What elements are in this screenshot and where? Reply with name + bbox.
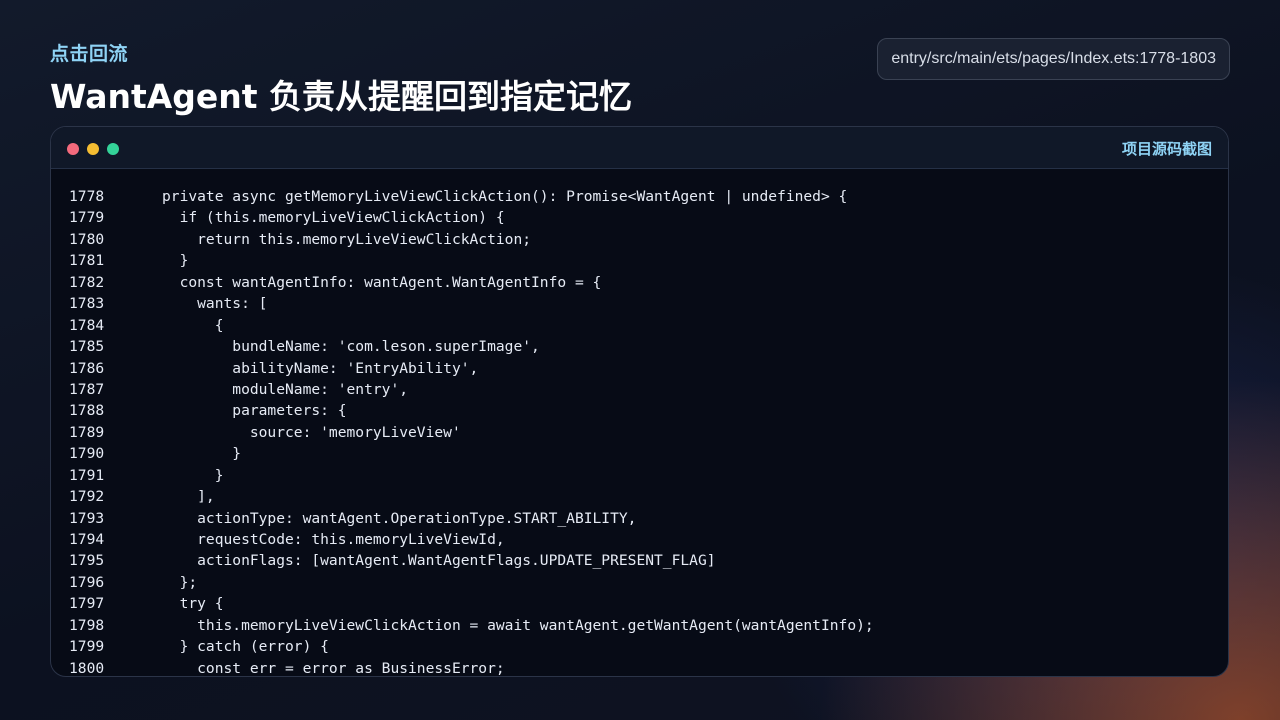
line-number: 1798 xyxy=(69,616,105,634)
line-number: 1788 xyxy=(69,402,105,420)
line-number: 1780 xyxy=(69,230,105,248)
code-text: const err = error as BusinessError; xyxy=(162,659,505,677)
line-number: 1782 xyxy=(69,273,105,291)
code-text: } xyxy=(162,445,242,463)
code-line: 1785 bundleName: 'com.leson.superImage', xyxy=(51,336,1228,357)
code-text: }; xyxy=(162,573,198,591)
line-number: 1799 xyxy=(69,638,105,656)
code-text: } xyxy=(162,466,224,484)
code-text: this.memoryLiveViewClickAction = await w… xyxy=(162,616,874,634)
code-text: ], xyxy=(162,488,215,506)
code-text: source: 'memoryLiveView' xyxy=(162,423,461,441)
code-line: 1782 const wantAgentInfo: wantAgent.Want… xyxy=(51,272,1228,293)
code-line: 1796 }; xyxy=(51,572,1228,593)
code-text: if (this.memoryLiveViewClickAction) { xyxy=(162,209,505,227)
line-number: 1787 xyxy=(69,380,105,398)
line-number: 1797 xyxy=(69,595,105,613)
code-text: } xyxy=(162,252,189,270)
line-number: 1793 xyxy=(69,509,105,527)
code-line: 1778 private async getMemoryLiveViewClick… xyxy=(51,186,1228,207)
code-text: requestCode: this.memoryLiveViewId, xyxy=(162,531,505,548)
line-number: 1791 xyxy=(69,466,105,484)
section-kicker: 点击回流 xyxy=(50,43,129,65)
code-line: 1790 } xyxy=(51,443,1228,464)
code-text: bundleName: 'com.leson.superImage', xyxy=(162,338,540,356)
code-line: 1786 abilityName: 'EntryAbility', xyxy=(51,358,1228,379)
minimize-dot-icon xyxy=(87,143,99,155)
line-number: 1781 xyxy=(69,252,105,270)
file-path-badge: entry/src/main/ets/pages/Index.ets:1778-… xyxy=(877,38,1230,80)
code-line: 1799 } catch (error) { xyxy=(51,636,1228,657)
line-number: 1800 xyxy=(69,659,105,677)
code-line: 1795 actionFlags: [wantAgent.WantAgentFl… xyxy=(51,550,1228,571)
code-text: actionFlags: [wantAgent.WantAgentFlags.U… xyxy=(162,552,716,570)
code-text: wants: [ xyxy=(162,295,268,313)
code-text: actionType: wantAgent.OperationType.STAR… xyxy=(162,509,637,527)
code-line: 1789 source: 'memoryLiveView' xyxy=(51,422,1228,443)
code-line: 1798 this.memoryLiveViewClickAction = aw… xyxy=(51,615,1228,636)
close-dot-icon xyxy=(67,143,79,155)
code-text: { xyxy=(162,316,224,334)
code-text: moduleName: 'entry', xyxy=(162,380,409,398)
line-number: 1792 xyxy=(69,488,105,506)
code-text: } catch (error) { xyxy=(162,638,329,656)
code-line: 1787 moduleName: 'entry', xyxy=(51,379,1228,400)
code-text: private async getMemoryLiveViewClickActi… xyxy=(162,188,848,205)
code-window: 项目源码截图 1778 private async getMemoryLiveVi… xyxy=(50,126,1229,677)
line-number: 1779 xyxy=(69,209,105,227)
line-number: 1785 xyxy=(69,338,105,356)
line-number: 1778 xyxy=(69,188,105,205)
line-number: 1794 xyxy=(69,531,105,548)
code-text: parameters: { xyxy=(162,402,347,420)
code-text: const wantAgentInfo: wantAgent.WantAgent… xyxy=(162,273,602,291)
window-label: 项目源码截图 xyxy=(1121,140,1212,158)
code-line: 1783 wants: [ xyxy=(51,293,1228,314)
code-line: 1792 ], xyxy=(51,486,1228,507)
code-window-titlebar: 项目源码截图 xyxy=(51,127,1228,169)
line-number: 1796 xyxy=(69,573,105,591)
code-line: 1800 const err = error as BusinessError; xyxy=(51,658,1228,677)
code-line: 1797 try { xyxy=(51,593,1228,614)
line-number: 1795 xyxy=(69,552,105,570)
line-number: 1786 xyxy=(69,359,105,377)
line-number: 1783 xyxy=(69,295,105,313)
code-line: 1794 requestCode: this.memoryLiveViewId, xyxy=(51,529,1228,550)
code-text: abilityName: 'EntryAbility', xyxy=(162,359,479,377)
maximize-dot-icon xyxy=(107,143,119,155)
code-line: 1791 } xyxy=(51,465,1228,486)
line-number: 1784 xyxy=(69,316,105,334)
code-line: 1779 if (this.memoryLiveViewClickAction)… xyxy=(51,207,1228,228)
line-number: 1789 xyxy=(69,423,105,441)
code-text: try { xyxy=(162,595,224,613)
page-title: WantAgent 负责从提醒回到指定记忆 xyxy=(50,77,633,116)
code-line: 1780 return this.memoryLiveViewClickActi… xyxy=(51,229,1228,250)
code-line: 1784 { xyxy=(51,315,1228,336)
line-number: 1790 xyxy=(69,445,105,463)
code-line: 1781 } xyxy=(51,250,1228,271)
code-text: return this.memoryLiveViewClickAction; xyxy=(162,230,532,248)
code-line: 1788 parameters: { xyxy=(51,400,1228,421)
code-line: 1793 actionType: wantAgent.OperationType… xyxy=(51,508,1228,529)
code-block: 1778 private async getMemoryLiveViewClick… xyxy=(51,169,1228,677)
